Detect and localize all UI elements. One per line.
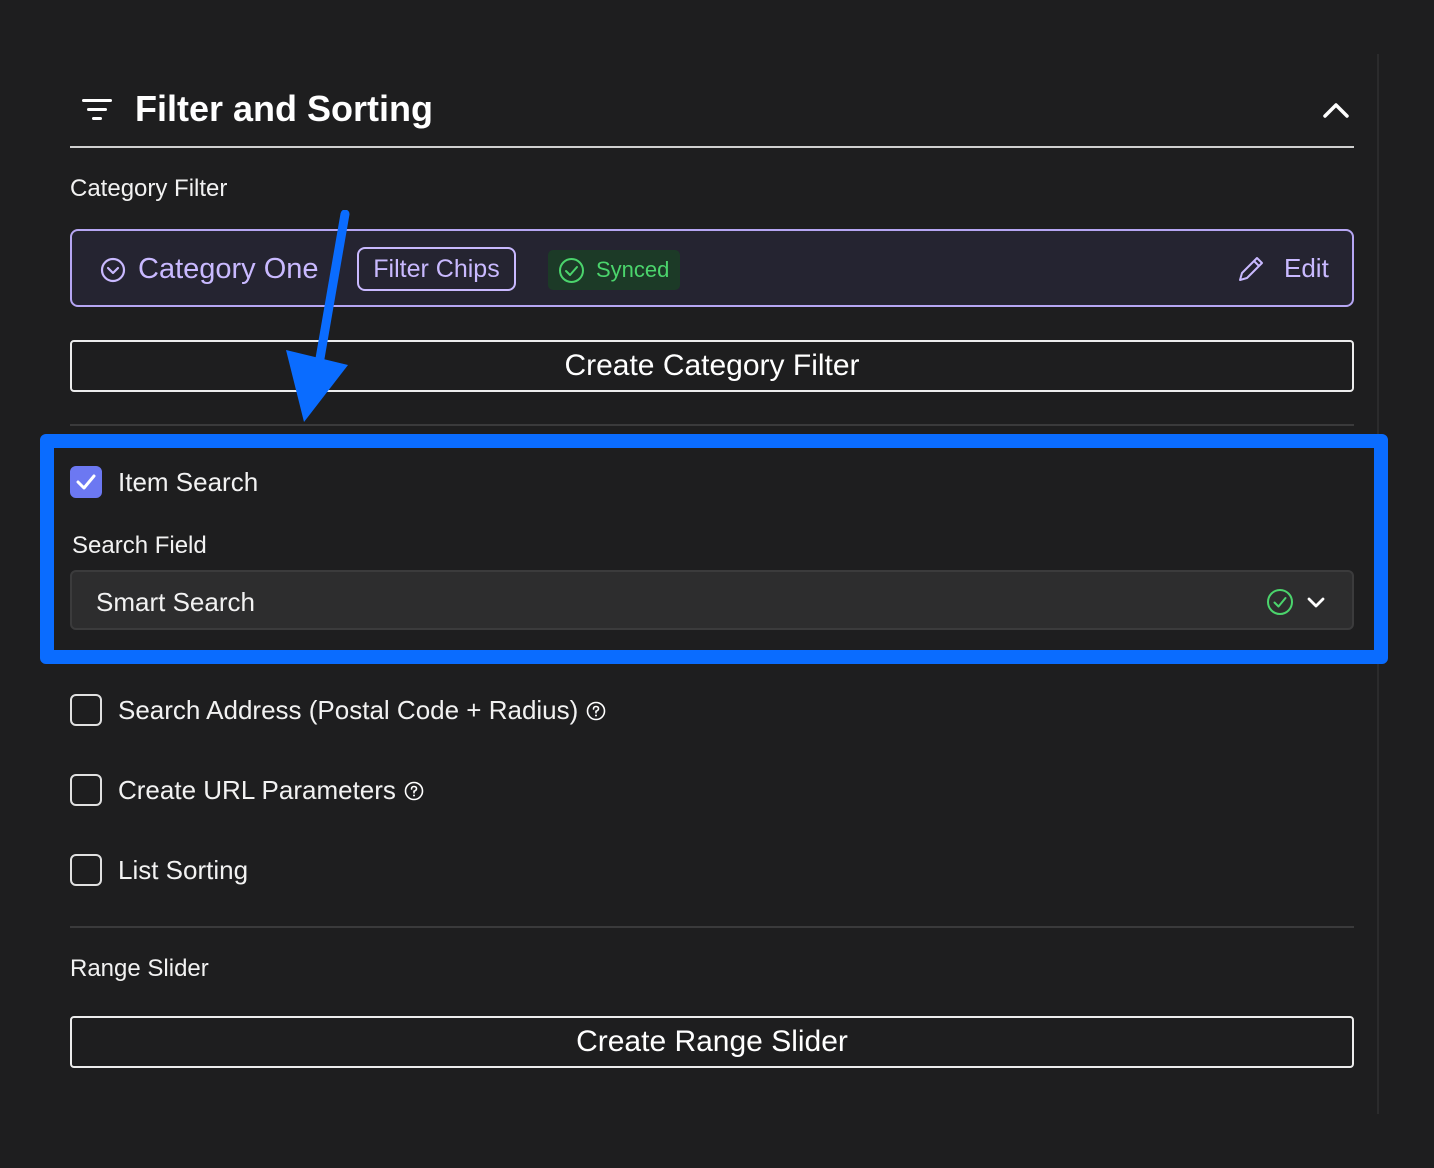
synced-badge: Synced [548, 250, 680, 290]
chevron-up-icon[interactable] [1320, 94, 1352, 126]
check-circle-icon [1267, 589, 1293, 615]
create-url-parameters-checkbox[interactable] [70, 774, 102, 806]
create-range-slider-button[interactable]: Create Range Slider [70, 1016, 1354, 1068]
filter-sorting-panel: Filter and Sorting Category Filter Categ… [0, 0, 1434, 1168]
search-field-value: Smart Search [96, 587, 255, 617]
filter-icon [82, 99, 112, 120]
check-circle-icon [559, 258, 584, 283]
item-search-checkbox[interactable] [70, 466, 102, 498]
filter-chips-badge: Filter Chips [357, 247, 516, 291]
divider [70, 926, 1354, 928]
edit-button[interactable]: Edit [1284, 252, 1329, 284]
section-header: Filter and Sorting [70, 70, 1354, 148]
create-category-filter-button[interactable]: Create Category Filter [70, 340, 1354, 392]
search-address-option: Search Address (Postal Code + Radius) [118, 694, 606, 726]
synced-text: Synced [596, 257, 670, 282]
chevron-down-icon[interactable] [1304, 590, 1328, 614]
help-icon[interactable] [586, 701, 606, 721]
category-filter-label: Category Filter [70, 175, 228, 202]
create-url-parameters-option: Create URL Parameters [118, 774, 424, 806]
list-sorting-label: List Sorting [118, 855, 249, 885]
search-address-label: Search Address (Postal Code + Radius) [118, 695, 579, 725]
chevron-circle-down-icon[interactable] [100, 257, 126, 283]
create-url-parameters-label: Create URL Parameters [118, 775, 396, 805]
item-search-label: Item Search [118, 467, 259, 497]
list-sorting-checkbox[interactable] [70, 854, 102, 886]
category-filter-item[interactable]: Category One Filter Chips Synced Edit [70, 229, 1354, 307]
help-icon[interactable] [404, 781, 424, 801]
scrollbar-track[interactable] [1377, 54, 1379, 1114]
pencil-icon[interactable] [1235, 253, 1267, 285]
divider [70, 424, 1354, 426]
checkmark-icon [76, 474, 96, 490]
range-slider-label: Range Slider [70, 955, 209, 982]
search-field-select[interactable]: Smart Search [70, 570, 1354, 630]
page-title: Filter and Sorting [135, 88, 434, 129]
search-field-label: Search Field [72, 532, 207, 559]
search-address-checkbox[interactable] [70, 694, 102, 726]
category-name: Category One [138, 253, 319, 285]
